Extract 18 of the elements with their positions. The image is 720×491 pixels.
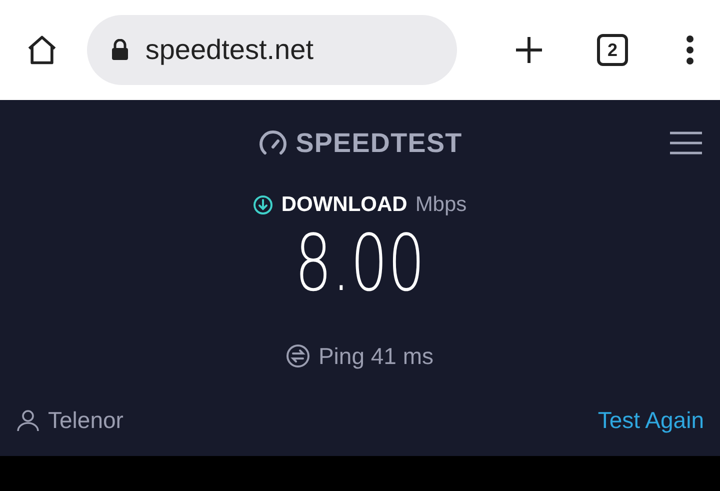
gauge-icon (258, 130, 288, 156)
url-text: speedtest.net (145, 33, 314, 67)
download-label: DOWNLOAD (281, 192, 408, 218)
address-bar[interactable]: speedtest.net (87, 15, 458, 85)
lock-icon (111, 39, 130, 61)
ping-text: Ping 41 ms (318, 342, 434, 371)
plus-icon (514, 35, 544, 65)
test-again-link[interactable]: Test Again (598, 403, 704, 438)
provider-name: Telenor (48, 406, 124, 435)
logo-text: SPEEDTEST (296, 126, 462, 160)
menu-icon (670, 131, 702, 155)
ping-icon (286, 344, 310, 368)
speed-value: 8.00 (294, 224, 426, 302)
user-icon (16, 408, 40, 432)
tab-switcher-button[interactable]: 2 (596, 34, 628, 66)
more-icon (686, 35, 694, 65)
unit-label: Mbps (415, 192, 467, 218)
download-icon (253, 194, 274, 215)
